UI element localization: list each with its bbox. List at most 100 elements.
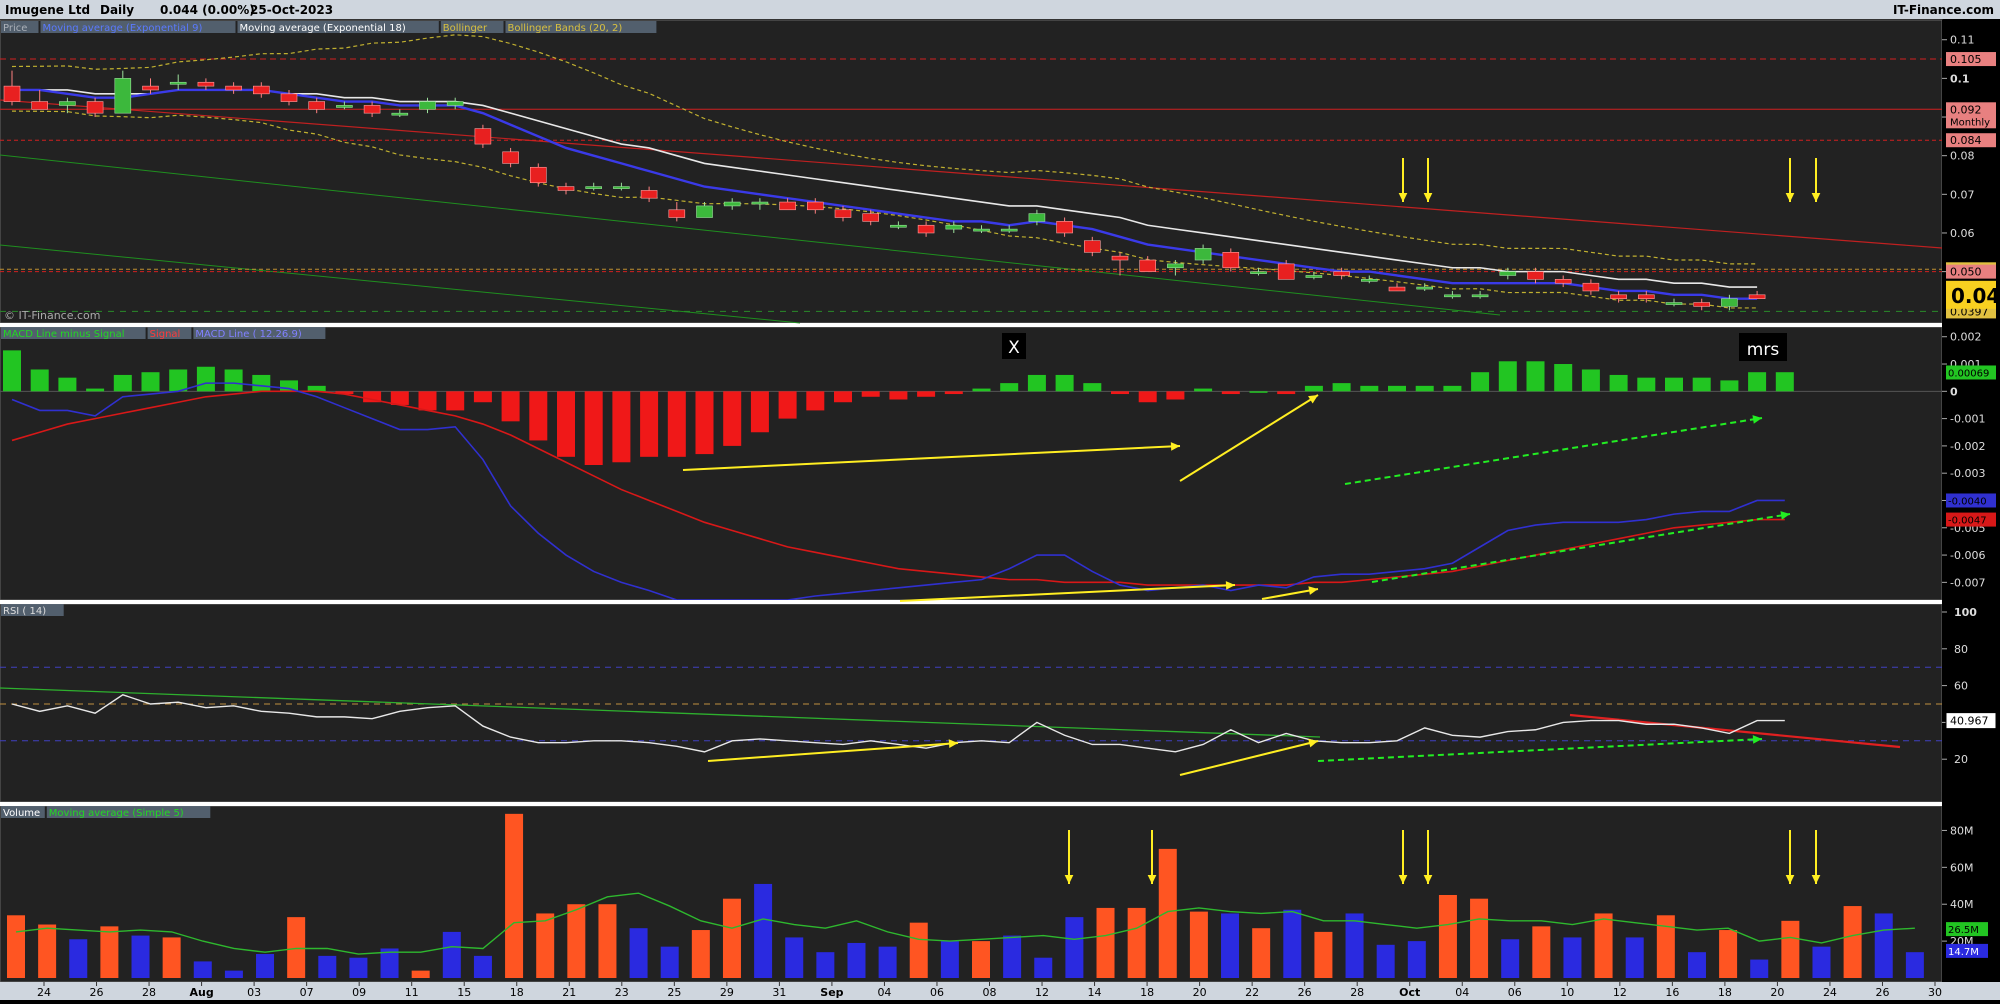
candle-body (890, 224, 907, 228)
rsi-legend-item: RSI ( 14) (3, 606, 46, 617)
candle-body (862, 213, 880, 222)
volume-bar (1687, 952, 1706, 978)
rsi-tick-label: 80 (1954, 643, 1968, 656)
candle-body (1028, 213, 1046, 222)
candle-body (1222, 251, 1240, 269)
volume-bar (629, 928, 648, 978)
volume-value-text: 14.7M (1948, 947, 1979, 958)
candle-body (917, 224, 935, 234)
x-tick-label: 28 (1350, 986, 1364, 999)
panel-divider[interactable] (0, 802, 2000, 806)
volume-bar (1874, 913, 1893, 978)
volume-bar (1189, 911, 1208, 978)
x-tick-label: 22 (1245, 986, 1259, 999)
candle-body (280, 93, 298, 102)
candle-body (751, 201, 769, 205)
candle-body (1610, 294, 1627, 299)
volume-legend-item: Moving average (Simple 5) (49, 808, 184, 819)
candle-body (142, 85, 159, 91)
volume-bar (1221, 913, 1240, 978)
candle-body (973, 228, 990, 232)
candle-body (31, 101, 49, 110)
macd-histogram-bar (917, 391, 936, 397)
macd-histogram-bar (1055, 374, 1074, 392)
macd-histogram-bar (169, 369, 188, 392)
x-tick-label: 16 (1665, 986, 1679, 999)
macd-histogram-bar (1471, 372, 1490, 392)
candle-body (1333, 271, 1350, 276)
macd-histogram-bar (695, 391, 714, 455)
copyright-label: © IT-Finance.com (4, 309, 101, 322)
level-label-text: 0.092 (1950, 103, 1982, 116)
macd-panel[interactable] (0, 326, 1943, 601)
price-tick-label: 0.1 (1950, 72, 1970, 85)
price-tick-label: 0.06 (1950, 227, 1975, 240)
macd-histogram-bar (667, 391, 686, 457)
candle-body (557, 186, 575, 191)
volume-bar (1158, 848, 1177, 978)
annotation-x: X (1008, 338, 1020, 358)
macd-histogram-bar (1720, 380, 1739, 392)
volume-legend-item: Volume (3, 808, 40, 819)
candle-body (1361, 279, 1378, 282)
macd-tick-label: -0.007 (1950, 576, 1985, 589)
macd-histogram-bar (1665, 377, 1683, 392)
x-tick-label: 24 (37, 986, 51, 999)
candle-body (696, 205, 713, 218)
volume-bar (1127, 907, 1146, 978)
macd-tick-label: -0.002 (1950, 440, 1985, 453)
brand-label: IT-Finance.com (1893, 3, 1994, 17)
level-label-text: 0.050 (1950, 266, 1982, 279)
x-tick-label: 10 (1560, 986, 1574, 999)
macd-tick-label: 0 (1950, 385, 1958, 398)
volume-bar (1034, 957, 1053, 978)
level-label-text: 0.084 (1950, 134, 1982, 147)
date-label: 25-Oct-2023 (250, 3, 333, 17)
candle-body (1582, 282, 1600, 292)
macd-histogram-bar (307, 385, 326, 392)
volume-bar (1345, 913, 1364, 978)
x-tick-label: 26 (1875, 986, 1889, 999)
macd-histogram-bar (1360, 385, 1379, 392)
panel-divider[interactable] (0, 323, 2000, 327)
volume-tick-label: 40M (1950, 898, 1974, 911)
macd-histogram-bar (58, 377, 77, 392)
volume-bar (1438, 895, 1457, 978)
macd-histogram-bar (3, 350, 21, 392)
panel-divider[interactable] (0, 600, 2000, 604)
macd-histogram-bar (1748, 372, 1767, 392)
volume-bar (722, 898, 741, 978)
x-tick-label: 06 (1508, 986, 1522, 999)
macd-histogram-bar (30, 369, 49, 392)
volume-bar (847, 942, 866, 978)
volume-bar (1470, 898, 1489, 978)
volume-bar (1719, 930, 1738, 978)
price-tick-label: 0.11 (1950, 34, 1975, 47)
volume-bar (878, 946, 897, 978)
x-tick-label: 06 (930, 986, 944, 999)
candle-body (391, 112, 409, 116)
price-panel[interactable] (0, 19, 1943, 324)
macd-histogram-bar (1138, 391, 1157, 403)
macd-histogram-bar (1443, 385, 1462, 392)
macd-histogram-bar (446, 391, 465, 411)
rsi-value-text: 40.967 (1950, 715, 1989, 728)
volume-bar (69, 939, 88, 978)
volume-bar (442, 931, 461, 978)
candle-body (806, 201, 824, 211)
candle-body (502, 151, 519, 164)
volume-bar (38, 924, 57, 978)
rsi-panel[interactable] (0, 603, 1943, 803)
price-legend-item: Moving average (Exponential 18) (240, 23, 406, 34)
volume-bar (7, 915, 25, 978)
volume-bar (318, 955, 337, 978)
x-tick-label: 26 (90, 986, 104, 999)
volume-bar (256, 954, 275, 978)
macd-histogram-bar (418, 391, 437, 411)
volume-bar (1781, 920, 1800, 978)
candle-body (363, 105, 381, 114)
macd-tick-label: -0.001 (1950, 413, 1985, 426)
chart-canvas[interactable]: Imugene Ltd Daily 0.044 (0.00%) 25-Oct-2… (0, 0, 2000, 1000)
candle-body (1084, 240, 1101, 253)
volume-bar (754, 883, 773, 978)
